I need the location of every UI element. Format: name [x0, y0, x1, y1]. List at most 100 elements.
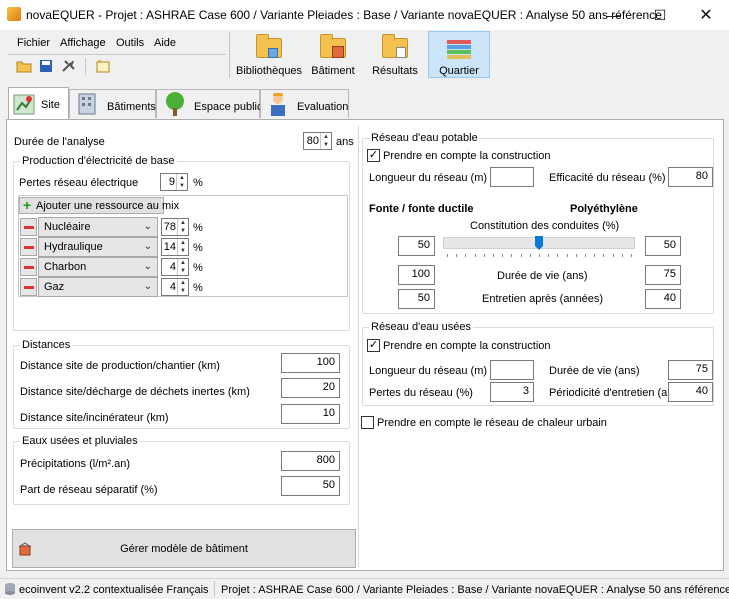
charbon-spinner[interactable]: 4 ▲ ▼: [161, 258, 189, 276]
menu-bar: Fichier Affichage Outils Aide: [5, 31, 225, 53]
entretien-poly-field[interactable]: 40: [645, 289, 681, 309]
remove-hydraulique-button[interactable]: [20, 238, 37, 256]
constitution-label: Constitution des conduites (%): [470, 220, 620, 232]
charbon-unit: %: [193, 262, 203, 274]
add-resource-label: Ajouter une ressource au mix: [36, 200, 180, 212]
usees-pertes-field[interactable]: 3: [490, 382, 534, 402]
usees-duree-field[interactable]: 75: [668, 360, 713, 380]
gaz-spinner[interactable]: 4 ▲ ▼: [161, 278, 189, 296]
results-folder-icon: [380, 34, 410, 60]
maximize-button[interactable]: ☐: [637, 0, 683, 30]
duree-poly-field[interactable]: 75: [645, 265, 681, 285]
poly-percent-field[interactable]: 50: [645, 236, 681, 256]
slider-tick: [447, 254, 448, 257]
open-folder-icon: [16, 61, 32, 73]
usees-longueur-field[interactable]: [490, 360, 534, 380]
potable-construction-label: Prendre en compte la construction: [383, 150, 551, 162]
batiment-button[interactable]: Bâtiment: [305, 32, 361, 78]
elec-group-title: Production d'électricité de base: [20, 155, 177, 167]
chaleur-urbain-checkbox[interactable]: [361, 416, 374, 429]
tab-espace-public[interactable]: Espace public: [156, 89, 263, 118]
fonte-percent-field[interactable]: 50: [398, 236, 435, 256]
remove-gaz-button[interactable]: [20, 278, 37, 296]
slider-tick: [483, 254, 485, 257]
usees-construction-checkbox[interactable]: ✓: [367, 339, 380, 352]
entretien-fonte-field[interactable]: 50: [398, 289, 435, 309]
slider-tick: [511, 254, 513, 257]
potable-efficacite-label: Efficacité du réseau (%): [549, 172, 666, 184]
save-icon: [40, 60, 52, 72]
menu-affichage[interactable]: Affichage: [60, 37, 106, 49]
resource-select-nucleaire[interactable]: Nucléaire ⌄: [38, 217, 158, 237]
new-project-icon: [96, 59, 110, 73]
duree-vie-label: Durée de vie (ans): [497, 270, 588, 282]
usees-periodicite-field[interactable]: 40: [668, 382, 713, 402]
menu-outils[interactable]: Outils: [116, 37, 144, 49]
tab-site-label: Site: [41, 99, 60, 111]
distance-decharge-field[interactable]: 20: [281, 378, 340, 398]
potable-longueur-label: Longueur du réseau (m): [369, 172, 488, 184]
status-project: Projet : ASHRAE Case 600 / Variante Plei…: [221, 584, 729, 596]
open-button[interactable]: [14, 57, 34, 75]
tab-batiments[interactable]: Bâtiments: [69, 89, 156, 118]
tab-evaluation-label: Evaluation: [297, 101, 349, 113]
hydraulique-unit: %: [193, 242, 203, 254]
resource-select-charbon[interactable]: Charbon ⌄: [38, 257, 158, 277]
tree-icon: [166, 92, 184, 116]
menu-aide[interactable]: Aide: [154, 37, 176, 49]
remove-charbon-button[interactable]: [20, 258, 37, 276]
separatif-label: Part de réseau séparatif (%): [20, 484, 158, 496]
slider-tick: [474, 254, 476, 257]
distance-incinerateur-field[interactable]: 10: [281, 404, 340, 424]
nucleaire-unit: %: [193, 222, 203, 234]
pertes-spinner[interactable]: 9 ▲ ▼: [160, 173, 188, 191]
resultats-button[interactable]: Résultats: [366, 32, 424, 78]
duree-fonte-field[interactable]: 100: [398, 265, 435, 285]
resource-select-hydraulique[interactable]: Hydraulique ⌄: [38, 237, 158, 257]
potable-efficacite-field[interactable]: 80: [668, 167, 713, 187]
slider-tick: [557, 254, 559, 257]
slider-tick: [594, 254, 596, 257]
menu-fichier[interactable]: Fichier: [17, 37, 50, 49]
potable-longueur-field[interactable]: [490, 167, 534, 187]
slider-tick: [621, 254, 623, 257]
usees-pertes-label: Pertes du réseau (%): [369, 387, 473, 399]
distances-group-title: Distances: [20, 339, 73, 351]
tools-button[interactable]: [59, 57, 79, 75]
potable-construction-checkbox[interactable]: ✓: [367, 149, 380, 162]
distance-incinerateur-label: Distance site/incinérateur (km): [20, 412, 169, 424]
minimize-button[interactable]: —: [591, 0, 637, 30]
resource-select-gaz[interactable]: Gaz ⌄: [38, 277, 158, 297]
tab-site[interactable]: Site: [8, 87, 69, 120]
chevron-down-icon: ⌄: [143, 281, 152, 292]
gerer-modele-button[interactable]: Gérer modèle de bâtiment: [12, 529, 356, 568]
close-button[interactable]: ✕: [683, 0, 729, 30]
chevron-down-icon: ⌄: [143, 261, 152, 272]
remove-nucleaire-button[interactable]: [20, 218, 37, 236]
person-icon: [271, 93, 285, 116]
distance-production-field[interactable]: 100: [281, 353, 340, 373]
slider-thumb[interactable]: [535, 236, 543, 250]
quartier-button[interactable]: Quartier: [428, 31, 490, 78]
add-resource-button[interactable]: + Ajouter une ressource au mix: [19, 197, 179, 214]
usees-construction-label: Prendre en compte la construction: [383, 340, 551, 352]
tab-espace-public-label: Espace public: [194, 101, 263, 113]
slider-tick: [529, 254, 531, 257]
slider-tick: [465, 254, 467, 257]
separatif-field[interactable]: 50: [281, 476, 340, 496]
spinner-arrows[interactable]: ▲ ▼: [320, 133, 331, 149]
nucleaire-spinner[interactable]: 78 ▲ ▼: [161, 218, 189, 236]
district-icon: [444, 34, 474, 60]
bibliotheques-button[interactable]: Bibliothèques: [236, 32, 302, 78]
window-title: novaEQUER - Projet : ASHRAE Case 600 / V…: [26, 8, 662, 22]
constitution-slider[interactable]: [443, 236, 635, 258]
slider-tick: [585, 254, 586, 257]
new-project-button[interactable]: [93, 57, 113, 75]
precipitations-field[interactable]: 800: [281, 451, 340, 471]
tab-evaluation[interactable]: Evaluation: [260, 89, 349, 118]
duree-unit: ans: [336, 136, 354, 148]
duree-spinner[interactable]: 80 ▲ ▼: [303, 132, 332, 150]
save-button[interactable]: [36, 57, 56, 75]
hydraulique-spinner[interactable]: 14 ▲ ▼: [161, 238, 189, 256]
status-bar: ecoinvent v2.2 contextualisée Français P…: [0, 578, 729, 599]
